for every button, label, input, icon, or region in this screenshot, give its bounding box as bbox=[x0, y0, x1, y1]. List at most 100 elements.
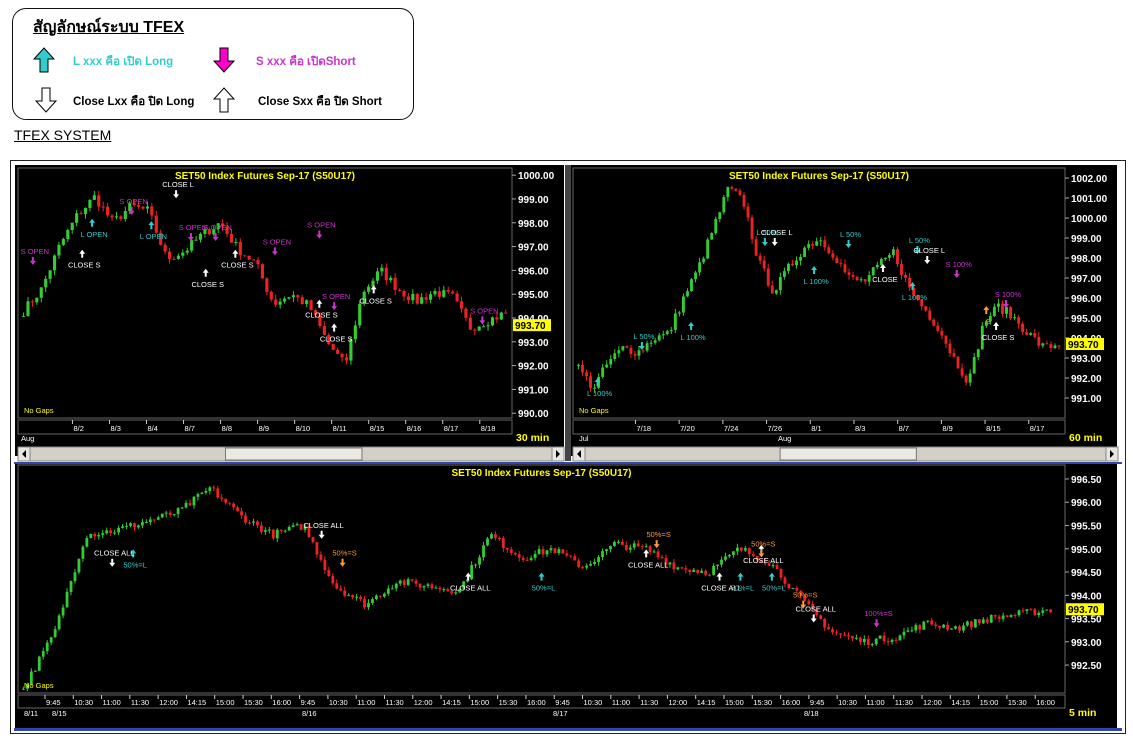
candle-body bbox=[106, 206, 110, 216]
candle-body bbox=[746, 206, 750, 218]
candle-body bbox=[468, 317, 472, 330]
candle-body bbox=[61, 607, 65, 616]
candle-body bbox=[682, 296, 685, 313]
signal-label: CLOSE L bbox=[913, 246, 945, 255]
candle-body bbox=[172, 514, 176, 516]
candle-body bbox=[1021, 323, 1025, 332]
signal-label: 50%=L bbox=[532, 584, 556, 593]
candle-body bbox=[389, 277, 393, 281]
candle-body bbox=[446, 589, 450, 592]
x-tick-label: 14:15 bbox=[187, 698, 206, 707]
candle-body bbox=[1041, 343, 1045, 346]
candle-body bbox=[65, 591, 69, 608]
candle-body bbox=[353, 325, 357, 340]
candle-body bbox=[847, 635, 850, 637]
candle-body bbox=[204, 490, 208, 493]
signal-label: CLOSE ALL bbox=[450, 584, 490, 593]
candle-body bbox=[533, 553, 537, 558]
x-tick-label: 16:00 bbox=[527, 698, 546, 707]
no-gaps-label: No Gaps bbox=[24, 406, 54, 415]
candle-body bbox=[437, 291, 441, 297]
candle-body bbox=[807, 600, 811, 604]
candle-body bbox=[613, 353, 617, 359]
candle-body bbox=[710, 233, 714, 240]
candle-body bbox=[311, 537, 315, 543]
candle-body bbox=[521, 557, 525, 560]
candle-body bbox=[145, 206, 150, 209]
candle-body bbox=[57, 615, 61, 630]
candle-body bbox=[1049, 609, 1053, 613]
candle-body bbox=[879, 258, 883, 265]
y-tick-label: 999.00 bbox=[518, 195, 549, 206]
candle-body bbox=[787, 583, 791, 589]
candle-body bbox=[529, 557, 533, 561]
candle-body bbox=[807, 244, 811, 248]
candle-body bbox=[359, 596, 362, 599]
candle-body bbox=[720, 559, 723, 565]
candle-body bbox=[154, 215, 158, 233]
candle-body bbox=[1009, 307, 1012, 319]
candle-body bbox=[61, 239, 65, 245]
candle-body bbox=[375, 271, 380, 281]
candle-body bbox=[164, 512, 168, 514]
candle-body bbox=[291, 525, 295, 527]
candle-body bbox=[862, 638, 866, 642]
candle-body bbox=[428, 294, 433, 300]
signal-label: L 100% bbox=[680, 333, 705, 342]
signal-label: CLOSE S bbox=[359, 296, 392, 305]
scrollbar-thumb[interactable] bbox=[224, 447, 363, 461]
candle-body bbox=[997, 303, 1000, 307]
candle-body bbox=[640, 546, 644, 548]
candle-body bbox=[577, 560, 581, 568]
candle-body bbox=[275, 529, 279, 539]
candle-body bbox=[459, 301, 464, 309]
candle-body bbox=[545, 550, 549, 555]
candle-body bbox=[470, 564, 474, 580]
candle-body bbox=[45, 642, 49, 652]
signal-label: L 100% bbox=[587, 389, 612, 398]
x-tick-label: 14:15 bbox=[442, 698, 461, 707]
candle-body bbox=[410, 579, 414, 581]
candle-body bbox=[351, 595, 355, 598]
candle-body bbox=[474, 564, 478, 566]
horizontal-scrollbar[interactable] bbox=[572, 446, 1119, 462]
candle-body bbox=[398, 580, 402, 584]
candle-body bbox=[265, 278, 269, 292]
candle-body bbox=[390, 588, 394, 590]
candle-body bbox=[644, 546, 648, 548]
signal-label: CLOSE ALL bbox=[94, 549, 134, 558]
candle-body bbox=[930, 620, 934, 625]
candle-body bbox=[613, 542, 616, 547]
y-tick-label: 1000.00 bbox=[1071, 214, 1108, 225]
candle-body bbox=[422, 585, 426, 588]
candle-body bbox=[924, 306, 928, 311]
candle-body bbox=[347, 595, 351, 597]
signal-label: CLOSE ALL bbox=[795, 605, 835, 614]
candle-body bbox=[966, 621, 969, 626]
candle-body bbox=[384, 267, 388, 281]
candle-body bbox=[83, 207, 88, 215]
candle-body bbox=[993, 615, 997, 617]
candle-body bbox=[593, 562, 596, 565]
horizontal-scrollbar[interactable] bbox=[17, 446, 565, 462]
candle-body bbox=[815, 241, 819, 246]
candle-body bbox=[728, 554, 731, 557]
candle-body bbox=[1005, 307, 1008, 314]
candle-body bbox=[133, 523, 136, 528]
signal-label: CLOSE ALL bbox=[628, 560, 668, 569]
candle-body bbox=[758, 255, 762, 261]
candle-body bbox=[259, 525, 263, 532]
candle-body bbox=[665, 331, 669, 335]
x-tick-label: 10:30 bbox=[584, 698, 603, 707]
candle-body bbox=[652, 551, 656, 553]
candle-body bbox=[482, 545, 485, 558]
last-price-label: 993.70 bbox=[515, 321, 546, 332]
candle-body bbox=[851, 274, 855, 277]
candle-body bbox=[137, 525, 140, 528]
scrollbar-thumb[interactable] bbox=[779, 447, 917, 461]
candle-body bbox=[589, 564, 593, 566]
candle-body bbox=[724, 556, 727, 560]
x-tick-label: 8/9 bbox=[259, 424, 269, 433]
candle-body bbox=[940, 330, 944, 336]
y-tick-label: 991.00 bbox=[1071, 394, 1102, 405]
